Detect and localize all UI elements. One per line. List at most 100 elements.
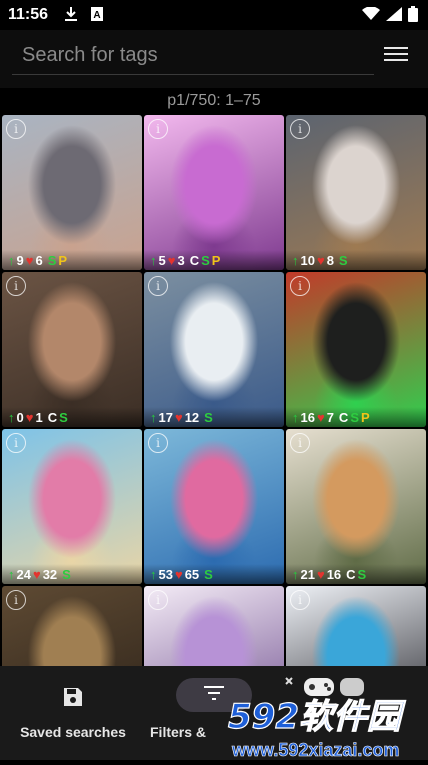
favorites-count: 65 [184,566,200,582]
tile-stats: ↑ 21 ♥ 16 C S [286,564,426,584]
thumbnail-image [286,429,426,584]
score-value: 5 [158,252,166,268]
score-arrow-icon: ↑ [292,252,299,268]
result-tile[interactable]: i ↑ 0 ♥ 1 C S [2,272,142,427]
rating-flag: S [350,409,359,425]
search-input[interactable] [12,36,374,75]
info-icon[interactable]: i [148,590,168,610]
wifi-icon [362,6,380,26]
score-arrow-icon: ↑ [150,566,157,582]
score-value: 21 [300,566,315,582]
saved-searches-label: Saved searches [20,724,126,740]
saved-searches-button[interactable]: Saved searches [14,686,132,740]
tile-stats: ↑ 10 ♥ 8 S [286,250,426,270]
tile-stats: ↑ 9 ♥ 6 S P [2,250,142,270]
favorites-count: 16 [326,566,342,582]
info-icon[interactable]: i [290,119,310,139]
rating-flag: S [204,566,213,582]
favorites-count: 8 [326,252,334,268]
results-grid: i ↑ 9 ♥ 6 S Pi ↑ 5 ♥ 3 C S Pi ↑ 10 ♥ 8 Si ↑ 0 ♥ 1 C Si ↑ 17 ♥ 12 Si ↑ 1… [1,114,427,742]
svg-text:www.592xiazai.com: www.592xiazai.com [231,740,399,760]
a-box-icon: A [90,6,104,27]
info-icon[interactable]: i [6,590,26,610]
favorites-count: 12 [184,409,200,425]
score-arrow-icon: ↑ [8,566,15,582]
score-value: 17 [158,409,173,425]
result-tile[interactable]: i ↑ 21 ♥ 16 C S [286,429,426,584]
thumbnail-image [2,272,142,427]
score-arrow-icon: ↑ [150,252,157,268]
result-tile[interactable]: i ↑ 24 ♥ 32 S [2,429,142,584]
app-bar [0,30,428,88]
status-time: 11:56 [8,6,49,23]
info-icon[interactable]: i [148,119,168,139]
watermark-logo: 592软件园 www.592xiazai.com [218,680,428,760]
result-tile[interactable]: i ↑ 53 ♥ 65 S [144,429,284,584]
score-value: 10 [300,252,315,268]
info-icon[interactable]: i [148,433,168,453]
thumbnail-image [2,429,142,584]
tile-stats: ↑ 16 ♥ 7 C S P [286,407,426,427]
result-tile[interactable]: i ↑ 16 ♥ 7 C S P [286,272,426,427]
favorites-count: 7 [326,409,334,425]
rating-flag: S [47,252,57,268]
info-icon[interactable]: i [148,276,168,296]
tile-stats: ↑ 0 ♥ 1 C S [2,407,142,427]
tile-stats: ↑ 53 ♥ 65 S [144,564,284,584]
info-icon[interactable]: i [290,590,310,610]
heart-icon: ♥ [316,409,325,425]
score-arrow-icon: ↑ [292,409,299,425]
rating-flag: C [189,252,200,268]
score-value: 24 [16,566,31,582]
heart-icon: ♥ [174,409,183,425]
status-bar: 11:56 A [0,0,428,30]
rating-flag: P [211,252,221,268]
favorites-count: 1 [35,409,43,425]
score-value: 9 [16,252,24,268]
filters-label[interactable]: Filters & [150,724,206,740]
heart-icon: ♥ [25,409,34,425]
rating-flag: C [346,566,356,582]
page-info: p1/750: 1–75 [167,92,261,109]
info-icon[interactable]: i [290,433,310,453]
info-icon[interactable]: i [6,119,26,139]
result-tile[interactable]: i ↑ 10 ♥ 8 S [286,115,426,270]
score-value: 0 [16,409,24,425]
svg-text:592软件园: 592软件园 [228,697,406,737]
favorites-count: 32 [42,566,58,582]
favorites-count: 6 [35,252,43,268]
save-icon [14,686,132,714]
result-tile[interactable]: i ↑ 9 ♥ 6 S P [2,115,142,270]
rating-flag: P [360,409,370,425]
thumbnail-image [286,115,426,270]
heart-icon: ♥ [167,252,176,268]
tile-stats: ↑ 5 ♥ 3 C S P [144,250,284,270]
battery-icon [408,6,418,27]
rating-flag: S [59,409,68,425]
rating-flag: S [62,566,71,582]
rating-flag: C [338,409,349,425]
heart-icon: ♥ [174,566,183,582]
score-arrow-icon: ↑ [292,566,299,582]
rating-flag: P [58,252,68,268]
thumbnail-image [2,115,142,270]
result-tile[interactable]: i ↑ 5 ♥ 3 C S P [144,115,284,270]
rating-flag: C [47,409,58,425]
info-icon[interactable]: i [6,276,26,296]
info-icon[interactable]: i [6,433,26,453]
favorites-count: 3 [177,252,185,268]
thumbnail-image [286,272,426,427]
rating-flag: S [204,409,213,425]
score-arrow-icon: ↑ [8,409,15,425]
tile-stats: ↑ 17 ♥ 12 S [144,407,284,427]
heart-icon: ♥ [32,566,41,582]
menu-icon[interactable] [384,44,408,64]
heart-icon: ♥ [25,252,34,268]
bottom-bar: Saved searches Filters & 592软件园 www.592x… [0,666,428,760]
info-icon[interactable]: i [290,276,310,296]
result-tile[interactable]: i ↑ 17 ♥ 12 S [144,272,284,427]
heart-icon: ♥ [316,252,325,268]
heart-icon: ♥ [316,566,325,582]
tile-stats: ↑ 24 ♥ 32 S [2,564,142,584]
svg-text:A: A [93,10,100,21]
